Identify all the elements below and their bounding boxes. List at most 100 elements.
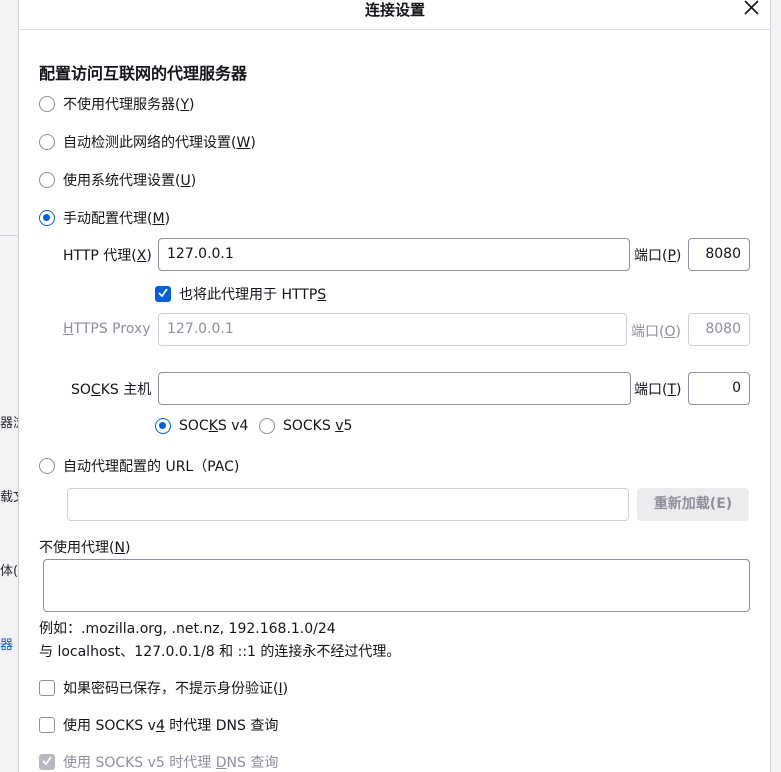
- access-key: M: [152, 211, 165, 227]
- http-proxy-label: HTTP 代理(X): [63, 245, 152, 265]
- background-text-fragment: 载文: [0, 490, 18, 505]
- radio-manual-label: 手动配置代理: [63, 211, 147, 227]
- background-text-fragment: 器浏: [0, 416, 18, 431]
- background-divider: [0, 235, 18, 236]
- label-text: ): [675, 248, 682, 264]
- connection-settings-dialog: 连接设置 配置访问互联网的代理服务器 不使用代理服务器(Y) 自动检测此网络的代…: [18, 0, 771, 772]
- checkbox-label: 也将此代理用于 HTTP: [179, 287, 318, 303]
- section-title: 配置访问互联网的代理服务器: [39, 64, 248, 83]
- no-proxy-for-label: 不使用代理(N): [39, 537, 130, 557]
- label-text: SOCKS: [283, 418, 336, 434]
- background-scrollbar: [770, 0, 781, 772]
- radio-no-proxy-label: 不使用代理服务器: [63, 97, 175, 113]
- close-icon: [743, 0, 763, 16]
- label-text: TTPS Proxy: [73, 321, 151, 337]
- radio-button-selected[interactable]: [39, 210, 55, 226]
- access-key: X: [136, 248, 147, 264]
- radio-system-proxy[interactable]: 使用系统代理设置(U): [39, 170, 196, 190]
- checkbox-label: 如果密码已保存，不提示身份验证(: [63, 681, 279, 697]
- background-settings-page: [0, 0, 18, 772]
- no-proxy-for-textarea[interactable]: [43, 559, 750, 612]
- access-key: K: [208, 418, 218, 434]
- socks-port-label: 端口(T): [634, 379, 682, 399]
- checkmark-icon: [158, 288, 168, 298]
- label-text: ): [124, 540, 131, 556]
- http-proxy-input[interactable]: 127.0.0.1: [158, 238, 630, 271]
- label-text: NS 查询: [226, 755, 279, 771]
- access-key: H: [63, 321, 74, 337]
- label-text: HTTP 代理(: [63, 248, 137, 264]
- socks-port-input[interactable]: 0: [688, 372, 750, 405]
- label-text: ): [676, 382, 682, 398]
- radio-button[interactable]: [259, 418, 275, 434]
- radio-socks-v4[interactable]: SOCKS v4: [155, 418, 248, 434]
- access-key: P: [667, 248, 676, 264]
- radio-button[interactable]: [39, 134, 55, 150]
- label-text: 时代理 DNS 查询: [164, 718, 279, 734]
- checkbox[interactable]: [39, 717, 55, 733]
- checkbox-checked-disabled[interactable]: [39, 754, 55, 770]
- label-text: 端口(: [631, 324, 665, 340]
- example-hint: 例如：.mozilla.org, .net.nz, 192.168.1.0/24: [39, 621, 336, 637]
- radio-pac-url[interactable]: 自动代理配置的 URL（PAC): [39, 456, 239, 476]
- radio-system-label: 使用系统代理设置: [63, 173, 175, 189]
- access-key: C: [90, 382, 101, 398]
- localhost-hint: 与 localhost、127.0.0.1/8 和 ::1 的连接永不经过代理。: [39, 644, 401, 660]
- radio-auto-detect[interactable]: 自动检测此网络的代理设置(W): [39, 132, 256, 152]
- radio-button[interactable]: [39, 172, 55, 188]
- access-key: O: [664, 324, 676, 340]
- http-port-input[interactable]: 8080: [688, 238, 750, 271]
- checkbox-also-https[interactable]: 也将此代理用于 HTTPS: [155, 284, 326, 304]
- close-button[interactable]: [743, 0, 763, 16]
- checkbox-checked[interactable]: [155, 286, 171, 302]
- socks-host-label: SOCKS 主机: [71, 379, 151, 399]
- background-link-fragment: 器: [0, 638, 14, 653]
- label-text: SO: [71, 382, 91, 398]
- label-text: SOC: [179, 418, 209, 434]
- label-text: ): [146, 248, 152, 264]
- access-key: W: [236, 135, 251, 151]
- pac-url-input[interactable]: [67, 488, 629, 521]
- https-port-label: 端口(O): [631, 321, 681, 341]
- label-text: 5: [343, 418, 353, 434]
- label-text: KS 主机: [100, 382, 152, 398]
- label-text: 端口(: [634, 248, 668, 264]
- https-port-input[interactable]: 8080: [688, 313, 750, 346]
- label-text: ): [282, 681, 289, 697]
- radio-button-selected[interactable]: [155, 418, 171, 434]
- access-key: 4: [155, 718, 165, 734]
- socks-host-input[interactable]: [158, 372, 631, 405]
- label-text: 不使用代理(: [39, 540, 115, 556]
- access-key: T: [667, 382, 677, 398]
- access-key: v: [335, 418, 344, 434]
- checkbox-no-auth-prompt[interactable]: 如果密码已保存，不提示身份验证(I): [39, 678, 288, 698]
- reload-button[interactable]: 重新加载(E): [637, 488, 749, 521]
- checkbox-label: 使用 SOCKS v5 时代理: [63, 755, 216, 771]
- label-text: 端口(: [634, 382, 668, 398]
- https-proxy-label: HTTPS Proxy: [63, 321, 151, 337]
- radio-manual-proxy[interactable]: 手动配置代理(M): [39, 208, 170, 228]
- http-port-label: 端口(P): [634, 245, 681, 265]
- access-key: Y: [180, 97, 190, 113]
- access-key: D: [215, 755, 227, 771]
- checkbox-socks-v5-dns[interactable]: 使用 SOCKS v5 时代理 DNS 查询: [39, 752, 278, 772]
- radio-button[interactable]: [39, 96, 55, 112]
- dialog-title: 连接设置: [364, 1, 425, 19]
- access-key: N: [114, 540, 125, 556]
- dialog-titlebar: 连接设置: [19, 0, 771, 30]
- checkbox-socks-v4-dns[interactable]: 使用 SOCKS v4 时代理 DNS 查询: [39, 715, 278, 735]
- radio-socks-v5[interactable]: SOCKS v5: [259, 418, 352, 434]
- label-text: S v4: [217, 418, 249, 434]
- checkbox-label: 使用 SOCKS v: [63, 718, 156, 734]
- access-key: U: [180, 173, 191, 189]
- https-proxy-input[interactable]: 127.0.0.1: [158, 313, 627, 346]
- radio-pac-label: 自动代理配置的 URL（PAC): [63, 459, 240, 475]
- access-key: S: [317, 287, 327, 303]
- label-text: ): [675, 324, 681, 340]
- radio-button[interactable]: [39, 458, 55, 474]
- background-text-fragment: 体(V: [0, 564, 18, 579]
- checkbox[interactable]: [39, 680, 55, 696]
- radio-auto-detect-label: 自动检测此网络的代理设置: [63, 135, 231, 151]
- radio-no-proxy[interactable]: 不使用代理服务器(Y): [39, 94, 195, 114]
- checkmark-icon: [42, 756, 52, 766]
